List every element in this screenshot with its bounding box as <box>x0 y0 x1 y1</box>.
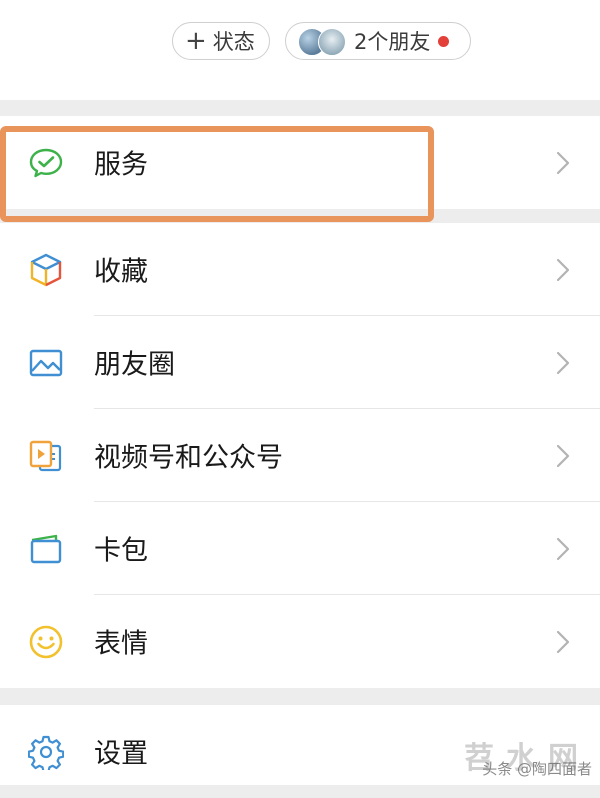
video-icon <box>29 440 62 471</box>
chevron-right-icon <box>556 151 570 174</box>
main-group: 收藏 朋友圈 视频号和公众号 卡包 表情 <box>0 223 600 688</box>
chevron-right-icon <box>556 258 570 281</box>
friend-avatars <box>298 28 348 56</box>
unread-dot <box>438 35 450 47</box>
menu-item-service[interactable]: 服务 <box>0 116 600 209</box>
plus-icon: + <box>185 26 207 56</box>
status-label: 状态 <box>212 30 255 54</box>
menu-label: 卡包 <box>94 535 148 567</box>
chevron-right-icon <box>556 444 570 467</box>
wechat-check-icon <box>29 148 63 177</box>
menu-item-favorites[interactable]: 收藏 <box>0 223 600 316</box>
menu-label: 收藏 <box>94 256 148 288</box>
menu-label: 表情 <box>94 628 148 660</box>
avatar <box>318 28 346 56</box>
service-group: 服务 <box>0 116 600 209</box>
watermark-credit: 头条 @陶四面者 <box>482 760 592 778</box>
friends-button[interactable]: 2个朋友 <box>285 22 471 60</box>
cube-icon <box>30 253 62 286</box>
menu-label: 设置 <box>94 738 148 770</box>
wallet-icon <box>30 534 62 563</box>
menu-item-channels[interactable]: 视频号和公众号 <box>0 409 600 502</box>
menu-item-moments[interactable]: 朋友圈 <box>0 316 600 409</box>
status-button[interactable]: + 状态 <box>172 22 270 60</box>
status-bar-area: + 状态 2个朋友 <box>0 0 600 100</box>
chevron-right-icon <box>556 537 570 560</box>
menu-label: 朋友圈 <box>94 349 175 381</box>
menu-item-cards[interactable]: 卡包 <box>0 502 600 595</box>
friends-label: 2个朋友 <box>354 30 431 54</box>
gear-icon <box>28 735 64 770</box>
chevron-right-icon <box>556 351 570 374</box>
picture-icon <box>29 349 63 376</box>
menu-item-stickers[interactable]: 表情 <box>0 595 600 688</box>
chevron-right-icon <box>556 630 570 653</box>
menu-label: 视频号和公众号 <box>94 442 283 474</box>
menu-label: 服务 <box>94 149 148 181</box>
smiley-icon <box>29 625 63 658</box>
